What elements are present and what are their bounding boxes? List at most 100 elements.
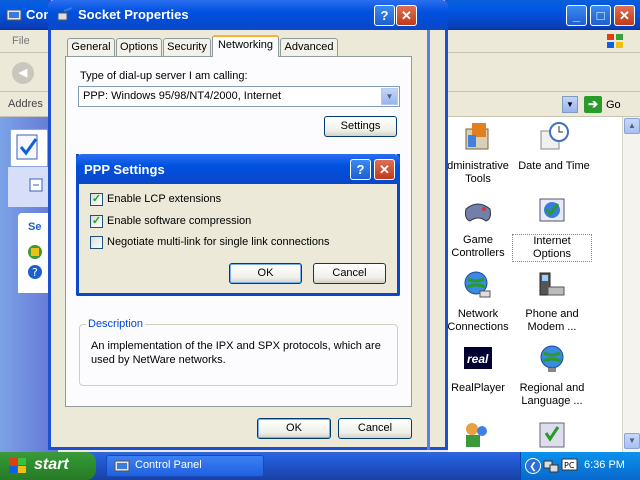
cp-item-label: Regional and Language ... xyxy=(519,382,585,407)
help-icon: ? xyxy=(380,8,389,23)
maximize-button[interactable]: □ xyxy=(590,5,611,26)
phone-modem-icon xyxy=(539,272,565,296)
address-label: Addres xyxy=(8,98,43,110)
cp-item-label: Phone and Modem ... xyxy=(525,308,579,333)
security-center-icon[interactable] xyxy=(536,417,568,449)
help-button[interactable]: ? xyxy=(350,159,371,180)
description-text: An implementation of the IPX and SPX pro… xyxy=(91,340,381,366)
server-type-label: Type of dial-up server I am calling: xyxy=(80,70,248,82)
computer-tray-icon[interactable]: PC xyxy=(561,458,579,474)
cp-item-date-time[interactable]: Date and Time xyxy=(514,121,594,173)
checkbox-label: Negotiate multi-link for single link con… xyxy=(107,236,330,248)
minimize-icon: _ xyxy=(572,8,581,23)
cp-item-label: Internet Options xyxy=(512,234,592,262)
ppp-settings-titlebar[interactable]: PPP Settings ? ✕ xyxy=(76,154,400,184)
cp-item-game-controllers[interactable]: Game Controllers xyxy=(438,195,518,260)
tab-options[interactable]: Options xyxy=(116,38,162,56)
connection-icon xyxy=(57,7,73,21)
checkbox-checked[interactable]: ✓ xyxy=(90,215,103,228)
clock[interactable]: 6:36 PM xyxy=(584,459,625,471)
gamepad-icon xyxy=(465,203,491,222)
vertical-scrollbar[interactable]: ▲ ▼ xyxy=(622,117,640,452)
back-arrow-icon: ◀ xyxy=(18,67,28,79)
administrative-tools-icon xyxy=(465,123,489,150)
maximize-icon: □ xyxy=(596,8,605,23)
tab-advanced[interactable]: Advanced xyxy=(280,38,338,56)
start-label: start xyxy=(34,456,69,473)
cancel-button[interactable]: Cancel xyxy=(338,418,412,439)
control-panel-icon xyxy=(6,9,22,21)
server-type-select[interactable]: PPP: Windows 95/98/NT4/2000, Internet ▼ xyxy=(78,86,400,107)
checkbox-label: Enable LCP extensions xyxy=(107,193,222,205)
help-icon[interactable]: ? xyxy=(26,263,44,281)
network-tray-icon[interactable] xyxy=(543,458,559,474)
close-icon: ✕ xyxy=(619,8,630,23)
show-hidden-icons-button[interactable]: ❮ xyxy=(525,458,541,474)
chevron-down-icon[interactable]: ▼ xyxy=(381,88,398,105)
cp-item-regional-language[interactable]: Regional and Language ... xyxy=(512,343,592,408)
svg-text:?: ? xyxy=(32,266,38,279)
taskbar-item-label: Control Panel xyxy=(135,459,202,471)
checkmark-icon: ✓ xyxy=(91,193,102,205)
ppp-cancel-button[interactable]: Cancel xyxy=(313,263,386,284)
close-button[interactable]: ✕ xyxy=(374,159,395,180)
go-arrow-icon: ➔ xyxy=(587,97,599,111)
settings-button[interactable]: Settings xyxy=(324,116,397,137)
go-label[interactable]: Go xyxy=(606,99,621,111)
tab-general[interactable]: General xyxy=(67,38,115,56)
chevron-left-icon: ❮ xyxy=(529,461,537,471)
switch-view-icon xyxy=(29,178,43,192)
minimize-button[interactable]: _ xyxy=(566,5,587,26)
ppp-dialog-title: PPP Settings xyxy=(84,162,165,177)
chevron-down-icon: ▼ xyxy=(628,436,636,445)
cp-item-label: Network Connections xyxy=(447,308,509,333)
windows-update-icon[interactable] xyxy=(26,243,44,261)
checkbox-lcp-extensions[interactable]: ✓ Enable LCP extensions xyxy=(90,192,290,208)
scroll-up-button[interactable]: ▲ xyxy=(624,118,640,134)
chevron-up-icon: ▲ xyxy=(628,121,636,130)
go-button[interactable]: ➔ xyxy=(584,96,602,113)
checkbox-multilink[interactable]: Negotiate multi-link for single link con… xyxy=(90,235,340,251)
checkbox-label: Enable software compression xyxy=(107,215,252,227)
close-icon: ✕ xyxy=(401,8,412,23)
ok-button[interactable]: OK xyxy=(257,418,331,439)
menu-file[interactable]: File xyxy=(12,35,30,47)
svg-text:PC: PC xyxy=(564,461,575,470)
checkmark-icon: ✓ xyxy=(91,215,102,227)
cp-item-network-connections[interactable]: Network Connections xyxy=(438,269,518,334)
tab-security[interactable]: Security xyxy=(163,38,211,56)
clock-icon xyxy=(540,122,569,150)
window-frame-edge xyxy=(427,0,430,450)
cp-item-administrative-tools[interactable]: dministrative Tools xyxy=(438,121,518,186)
cp-item-phone-modem[interactable]: Phone and Modem ... xyxy=(512,269,592,334)
chevron-down-icon: ▼ xyxy=(566,100,574,109)
scroll-down-button[interactable]: ▼ xyxy=(624,433,640,449)
tab-networking[interactable]: Networking xyxy=(212,35,279,57)
regional-globe-icon xyxy=(540,345,564,372)
cp-item-realplayer[interactable]: real RealPlayer xyxy=(438,343,518,395)
svg-text:real: real xyxy=(467,352,489,366)
close-button[interactable]: ✕ xyxy=(614,5,635,26)
cp-item-label: dministrative Tools xyxy=(447,160,509,185)
address-dropdown-button[interactable]: ▼ xyxy=(562,96,578,113)
control-panel-header-icon xyxy=(10,129,48,167)
user-accounts-icon[interactable] xyxy=(460,417,492,449)
help-button[interactable]: ? xyxy=(374,5,395,26)
see-also-heading: Se xyxy=(28,221,42,233)
back-button[interactable]: ◀ xyxy=(12,62,34,84)
network-globe-icon xyxy=(464,271,491,298)
checkbox-unchecked[interactable] xyxy=(90,236,103,249)
description-legend: Description xyxy=(86,318,146,330)
checkbox-software-compression[interactable]: ✓ Enable software compression xyxy=(90,214,290,230)
cp-item-internet-options[interactable]: Internet Options xyxy=(512,195,592,262)
server-type-value: PPP: Windows 95/98/NT4/2000, Internet xyxy=(83,90,282,102)
socket-properties-titlebar[interactable]: Socket Properties ? ✕ xyxy=(48,0,448,30)
cp-item-label: Date and Time xyxy=(518,160,590,172)
close-icon: ✕ xyxy=(379,162,390,177)
windows-logo-icon xyxy=(9,458,26,473)
internet-options-icon xyxy=(539,198,565,222)
help-icon: ? xyxy=(356,162,365,177)
checkbox-checked[interactable]: ✓ xyxy=(90,193,103,206)
close-button[interactable]: ✕ xyxy=(396,5,417,26)
ppp-ok-button[interactable]: OK xyxy=(229,263,302,284)
